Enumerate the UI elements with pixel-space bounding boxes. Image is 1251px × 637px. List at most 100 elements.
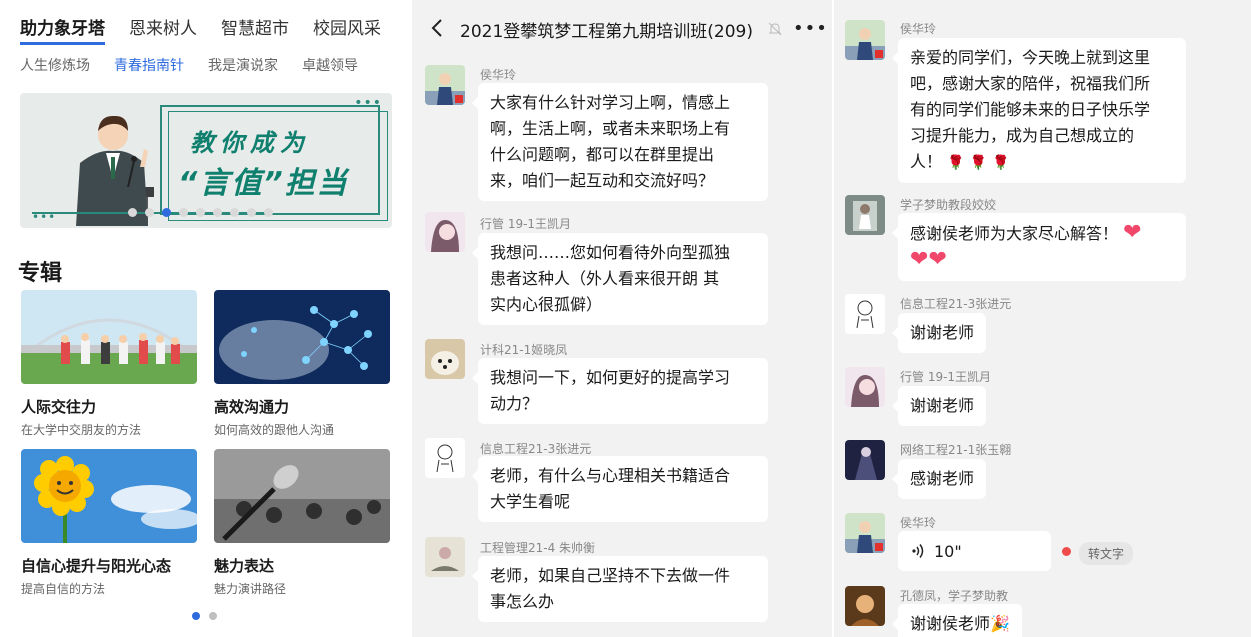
message-line: 人！ 🌹 🌹 🌹 [910,149,1174,176]
message-line: 大家有什么针对学习上啊，情感上 [490,93,731,112]
subtab-leader[interactable]: 卓越领导 [302,55,358,75]
more-icon[interactable]: ••• [793,18,828,39]
message-line: 我想问一下，如何更好的提高学习 [490,368,731,387]
page-dot-active[interactable] [192,612,200,620]
mute-icon [768,22,782,36]
album-card-social[interactable]: 人际交往力 在大学中交朋友的方法 [21,290,197,438]
rose-icon: 🌹 [947,155,965,171]
voice-duration: 10" [934,541,962,561]
carousel-dot[interactable] [128,208,137,217]
message-line: 啊，生活上啊，或者未来职场上有 [490,119,731,138]
tab-enlai[interactable]: 恩来树人 [129,14,197,45]
voice-message[interactable]: 10" [898,531,1051,571]
message-line: ❤❤ [910,247,1174,274]
message-bubble[interactable]: 谢谢老师 [891,386,987,426]
album-title: 魅力表达 [214,557,275,575]
message-line: 老师，如果自己坚持不下去做一件 [490,566,731,585]
message-bubble[interactable]: 大家有什么针对学习上啊，情感上 啊，生活上啊，或者未来职场上有 什么问题啊，都可… [472,83,768,201]
top-tab-bar: 助力象牙塔 恩来树人 智慧超市 校园风采 [20,14,381,45]
avatar[interactable] [845,513,885,553]
message-bubble[interactable]: 谢谢老师 [891,313,987,353]
album-subtitle: 魅力演讲路径 [214,582,287,596]
album-title: 人际交往力 [21,398,97,416]
message-bubble[interactable]: 我想问一下，如何更好的提高学习 动力？ [472,358,768,424]
subtab-speaker[interactable]: 我是演说家 [208,55,278,75]
page-dot[interactable] [209,612,217,620]
social-thumbnail [21,290,197,384]
chat-header: 2021登攀筑梦工程第九期培训班(209) ••• [412,0,832,56]
message-text: 谢谢侯老师 [910,614,991,633]
message-line: 患者这种人（外人看来很开朗 其 [490,269,720,288]
avatar[interactable] [425,537,465,577]
avatar[interactable] [425,212,465,252]
sender-name: 行管 19-1王凯月 [480,217,572,231]
message-bubble[interactable]: 老师，有什么与心理相关书籍适合 大学生看呢 [472,456,768,522]
banner-deco-dots: ••• [354,95,382,111]
avatar[interactable] [845,440,885,480]
group-chat-panel: 2021登攀筑梦工程第九期培训班(209) ••• 侯华玲 大家有什么针对学习上… [412,0,832,637]
app-home-panel: 助力象牙塔 恩来树人 智慧超市 校园风采 人生修炼场 青春指南针 我是演说家 卓… [0,0,410,637]
avatar[interactable] [845,195,885,235]
message-line: 事怎么办 [490,592,555,611]
carousel-dot[interactable] [230,208,239,217]
message-bubble[interactable]: 谢谢侯老师🎉 [892,604,1022,637]
sender-name: 工程管理21-4 朱帅衡 [480,541,596,555]
carousel-dot[interactable] [145,208,154,217]
carousel-dot[interactable] [179,208,188,217]
avatar[interactable] [845,20,885,60]
sender-name: 信息工程21-3张进元 [900,297,1012,311]
sender-name: 侯华玲 [480,68,517,82]
message-line: 动力？ [490,394,539,413]
message-line: 实内心很孤僻） [490,295,603,314]
avatar[interactable] [845,294,885,334]
message-line: 来，咱们一起互动和交流好吗？ [490,171,715,190]
avatar[interactable] [425,339,465,379]
album-title: 自信心提升与阳光心态 [21,557,172,575]
album-card-communication[interactable]: 高效沟通力 如何高效的跟他人沟通 [214,290,390,438]
avatar[interactable] [425,438,465,478]
carousel-dot[interactable] [264,208,273,217]
sub-tab-bar: 人生修炼场 青春指南针 我是演说家 卓越领导 [20,55,392,75]
group-chat-panel-continued: 侯华玲 亲爱的同学们，今天晚上就到这里 吧，感谢大家的陪伴，祝福我们所 有的同学… [834,0,1251,637]
party-icon: 🎉 [990,614,1010,633]
album-title: 高效沟通力 [214,398,290,416]
rose-icon: 🌹 [992,155,1010,171]
tab-ivory-tower[interactable]: 助力象牙塔 [20,14,105,45]
unread-dot [1062,547,1071,556]
carousel-dot[interactable] [247,208,256,217]
sender-name: 网络工程21-1张玉翱 [900,443,1012,457]
sender-name: 计科21-1姬晓凤 [480,343,568,357]
network-thumbnail [214,290,390,384]
message-line: 亲爱的同学们，今天晚上就到这里 [910,48,1151,67]
message-bubble[interactable]: 我想问……您如何看待外向型孤独 患者这种人（外人看来很开朗 其 实内心很孤僻） [472,233,768,325]
avatar[interactable] [425,65,465,105]
page-indicator [192,612,217,620]
message-line: 感谢侯老师为大家尽心解答！ ❤ [910,220,1174,247]
message-bubble[interactable]: 感谢侯老师为大家尽心解答！ ❤ ❤❤ [892,213,1186,281]
subtab-life[interactable]: 人生修炼场 [20,55,90,75]
avatar[interactable] [845,367,885,407]
subtab-youth[interactable]: 青春指南针 [114,55,184,75]
tab-smart-market[interactable]: 智慧超市 [221,14,289,45]
heart-icon: ❤ [1123,220,1142,245]
message-text: 感谢侯老师为大家尽心解答！ [910,224,1119,243]
album-card-expression[interactable]: 魅力表达 魅力演讲路径 [214,449,390,597]
message-bubble[interactable]: 感谢老师 [891,459,987,499]
sunflower-thumbnail [21,449,201,543]
tab-campus[interactable]: 校园风采 [313,14,381,45]
carousel-dot[interactable] [196,208,205,217]
back-icon[interactable] [426,16,450,40]
album-subtitle: 在大学中交朋友的方法 [21,423,142,437]
carousel-dot-active[interactable] [162,208,171,217]
message-line-end: 人！ [910,152,943,171]
album-subtitle: 如何高效的跟他人沟通 [214,423,335,437]
sender-name: 侯华玲 [900,22,937,36]
message-bubble[interactable]: 老师，如果自己坚持不下去做一件 事怎么办 [472,556,768,622]
message-bubble[interactable]: 亲爱的同学们，今天晚上就到这里 吧，感谢大家的陪伴，祝福我们所 有的同学们能够未… [892,38,1186,183]
album-card-confidence[interactable]: 自信心提升与阳光心态 提高自信的方法 [21,449,201,597]
carousel-dot[interactable] [213,208,222,217]
album-subtitle: 提高自信的方法 [21,582,106,596]
transcribe-button[interactable]: 转文字 [1079,542,1134,565]
sender-name: 学子梦助教段姣姣 [900,198,997,212]
avatar[interactable] [845,586,885,626]
